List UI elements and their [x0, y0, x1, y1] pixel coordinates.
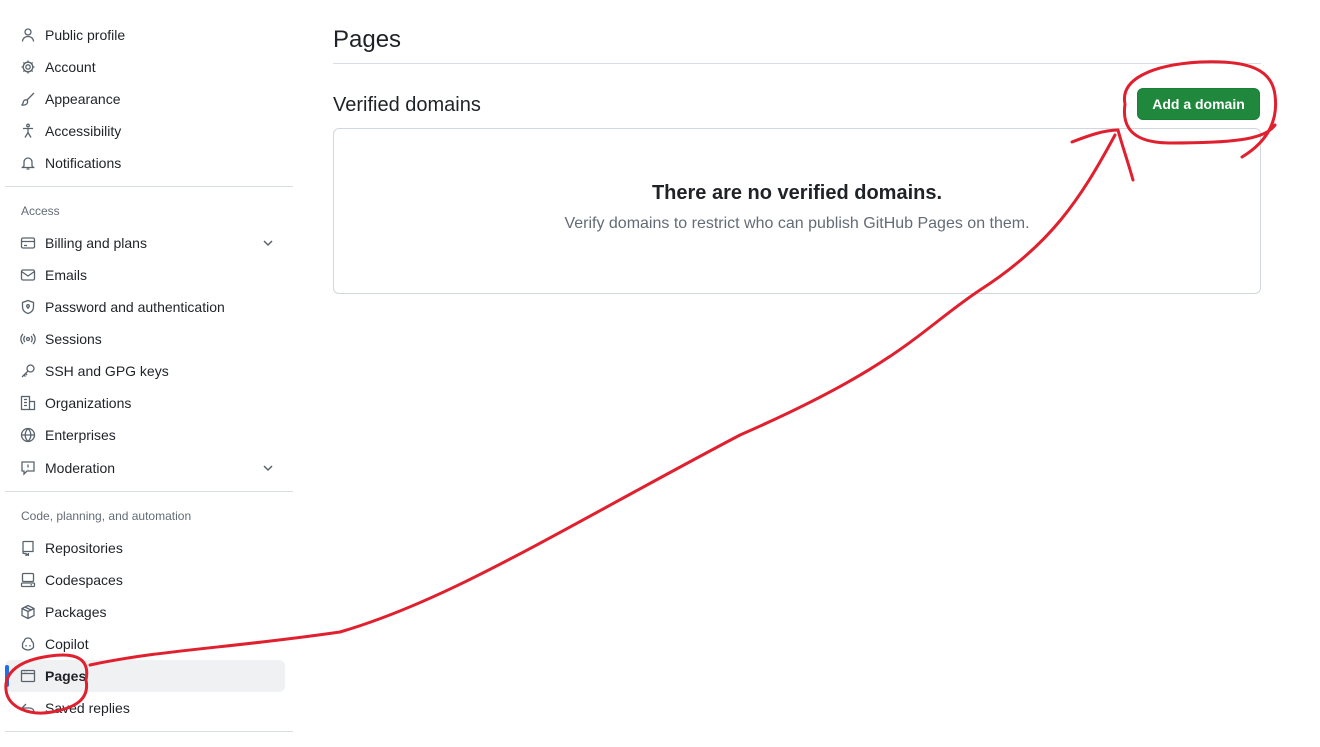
- sidebar-item-pages[interactable]: Pages: [5, 660, 285, 692]
- bell-icon: [20, 155, 36, 171]
- main-content: Pages Verified domains Add a domain Ther…: [333, 0, 1261, 747]
- section-heading-code: Code, planning, and automation: [21, 509, 192, 523]
- chevron-down-icon[interactable]: [261, 236, 275, 250]
- section-subhead: Verified domains: [333, 94, 481, 116]
- sidebar-item-emails[interactable]: Emails: [5, 259, 285, 291]
- shield-lock-icon: [20, 299, 36, 315]
- reply-icon: [20, 700, 36, 716]
- sidebar-item-password[interactable]: Password and authentication: [5, 291, 285, 323]
- codespaces-icon: [20, 572, 36, 588]
- chevron-down-icon[interactable]: [261, 461, 275, 475]
- sidebar-item-label: Saved replies: [45, 700, 130, 716]
- sidebar-item-label: Appearance: [45, 91, 121, 107]
- gear-icon: [20, 59, 36, 75]
- copilot-icon: [20, 636, 36, 652]
- active-indicator: [5, 665, 9, 687]
- sidebar-item-label: Enterprises: [45, 427, 116, 443]
- sidebar-item-enterprises[interactable]: Enterprises: [5, 419, 285, 451]
- sidebar-item-copilot[interactable]: Copilot: [5, 628, 285, 660]
- sidebar-item-repositories[interactable]: Repositories: [5, 532, 285, 564]
- browser-icon: [20, 668, 36, 684]
- repo-icon: [20, 540, 36, 556]
- report-icon: [20, 460, 36, 476]
- paintbrush-icon: [20, 91, 36, 107]
- sidebar-item-label: Public profile: [45, 27, 126, 43]
- section-heading-access: Access: [21, 204, 60, 218]
- person-icon: [20, 27, 36, 43]
- sidebar-item-appearance[interactable]: Appearance: [5, 83, 285, 115]
- sidebar-item-label: Accessibility: [45, 123, 122, 139]
- sidebar-item-label: Notifications: [45, 155, 122, 171]
- sidebar-item-account[interactable]: Account: [5, 51, 285, 83]
- sidebar-item-label: Emails: [45, 267, 88, 283]
- sidebar-item-moderation[interactable]: Moderation: [5, 452, 285, 484]
- sidebar-item-label: Account: [45, 59, 96, 75]
- sidebar-item-label: SSH and GPG keys: [45, 363, 169, 379]
- sidebar-item-public-profile[interactable]: Public profile: [5, 19, 285, 51]
- sidebar-item-packages[interactable]: Packages: [5, 596, 285, 628]
- sidebar-divider: [5, 491, 293, 492]
- globe-icon: [20, 427, 36, 443]
- blankslate-title: There are no verified domains.: [651, 182, 943, 204]
- sidebar-item-ssh-gpg[interactable]: SSH and GPG keys: [5, 355, 285, 387]
- sidebar-item-label: Pages: [45, 668, 87, 684]
- settings-sidebar: Public profile Account Appearance Access…: [0, 0, 300, 747]
- blankslate: There are no verified domains. Verify do…: [333, 128, 1261, 294]
- sidebar-item-label: Moderation: [45, 460, 116, 476]
- sidebar-item-organizations[interactable]: Organizations: [5, 387, 285, 419]
- sidebar-divider: [5, 186, 293, 187]
- sidebar-item-billing[interactable]: Billing and plans: [5, 227, 285, 259]
- page-title: Pages: [333, 26, 402, 53]
- sidebar-item-label: Password and authentication: [45, 299, 225, 315]
- sidebar-item-label: Sessions: [45, 331, 102, 347]
- sidebar-item-accessibility[interactable]: Accessibility: [5, 115, 285, 147]
- sidebar-item-codespaces[interactable]: Codespaces: [5, 564, 285, 596]
- sidebar-item-label: Repositories: [45, 540, 123, 556]
- title-divider: [333, 63, 1261, 64]
- sidebar-item-label: Packages: [45, 604, 107, 620]
- sidebar-item-saved-replies[interactable]: Saved replies: [5, 692, 285, 724]
- sidebar-item-label: Organizations: [45, 395, 132, 411]
- sidebar-item-label: Codespaces: [45, 572, 123, 588]
- accessibility-icon: [20, 123, 36, 139]
- key-icon: [20, 363, 36, 379]
- credit-card-icon: [20, 235, 36, 251]
- organization-icon: [20, 395, 36, 411]
- sidebar-item-label: Billing and plans: [45, 235, 147, 251]
- sidebar-divider: [5, 731, 293, 732]
- blankslate-description: Verify domains to restrict who can publi…: [564, 215, 1030, 232]
- mail-icon: [20, 267, 36, 283]
- package-icon: [20, 604, 36, 620]
- sidebar-item-notifications[interactable]: Notifications: [5, 147, 285, 179]
- broadcast-icon: [20, 331, 36, 347]
- add-domain-button[interactable]: Add a domain: [1137, 88, 1260, 120]
- sidebar-item-sessions[interactable]: Sessions: [5, 323, 285, 355]
- sidebar-item-label: Copilot: [45, 636, 89, 652]
